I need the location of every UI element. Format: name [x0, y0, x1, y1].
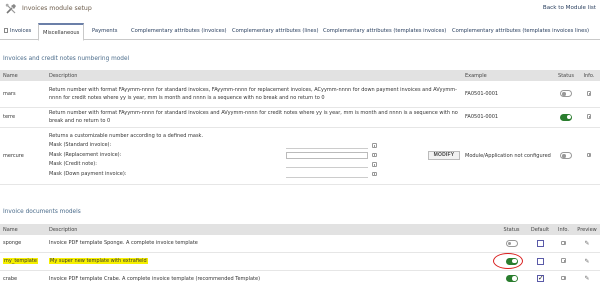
table-row: crabe Invoice PDF template Crabe. A comp…: [0, 270, 600, 287]
template-name: crabe: [0, 270, 46, 287]
tab-complementary-attributes-lines[interactable]: Complementary attributes (lines): [232, 23, 318, 40]
column-header-name: Name: [0, 70, 46, 81]
tab-complementary-attributes-templates-invoices-lines[interactable]: Complementary attributes (templates invo…: [452, 23, 589, 40]
model-example: FA0501-0001: [462, 81, 554, 108]
model-example: Module/Application not configured: [462, 127, 554, 185]
preview-icon[interactable]: ✎: [584, 240, 589, 247]
info-icon[interactable]: [561, 240, 566, 245]
model-name: mercure: [0, 127, 46, 185]
table-row: mars Return number with format FAyymm-nn…: [0, 81, 600, 108]
mask-credit-note-input[interactable]: [286, 161, 368, 168]
mask-row-standard: Mask (Standard invoice):: [49, 141, 459, 151]
template-description: Invoice PDF template Sponge. A complete …: [46, 235, 496, 253]
mask-down-payment-invoice-input[interactable]: [286, 170, 368, 178]
column-header-default: Default: [527, 224, 553, 235]
status-toggle-on[interactable]: [505, 275, 518, 282]
template-name: sponge: [0, 235, 46, 253]
document-icon: [4, 28, 8, 33]
column-header-name: Name: [0, 224, 46, 235]
page-header: Invoices module setup Back to Module lis…: [0, 0, 600, 18]
tab-invoices[interactable]: Invoices: [4, 23, 31, 40]
info-icon[interactable]: [372, 171, 377, 176]
table-row: sponge Invoice PDF template Sponge. A co…: [0, 235, 600, 253]
tools-icon: [5, 3, 16, 14]
model-example: FA0501-0001: [462, 107, 554, 128]
status-toggle-off[interactable]: [560, 90, 572, 98]
info-icon[interactable]: [586, 114, 592, 119]
mask-standard-invoice-input[interactable]: [286, 142, 368, 149]
tab-miscellaneous[interactable]: Miscellaneous: [38, 23, 85, 41]
template-name: my_template: [3, 258, 38, 264]
mask-label: Mask (Standard invoice):: [49, 142, 112, 148]
page-title: Invoices module setup: [22, 5, 92, 12]
default-checkbox[interactable]: [536, 257, 544, 265]
model-description: Return number with format FAyymm-nnnn fo…: [46, 81, 462, 108]
back-to-module-list-link[interactable]: Back to Module list: [543, 5, 596, 11]
model-name: terre: [0, 107, 46, 128]
preview-icon[interactable]: ✎: [584, 258, 589, 265]
status-toggle-on[interactable]: [560, 113, 572, 121]
default-checkbox[interactable]: [536, 239, 544, 247]
info-icon[interactable]: [372, 143, 377, 148]
column-header-status: Status: [496, 224, 527, 235]
table-row: terre Return number with format FAyymm-n…: [0, 107, 600, 128]
column-header-status: Status: [554, 70, 578, 81]
info-icon[interactable]: [561, 275, 566, 281]
preview-icon[interactable]: ✎: [584, 275, 589, 282]
column-header-preview: Preview: [574, 224, 600, 235]
column-header-description: Description: [46, 224, 496, 235]
mask-row-credit-note: Mask (Credit note):: [49, 160, 459, 170]
modify-button[interactable]: MODIFY: [428, 150, 460, 160]
model-description: Returns a customizable number according …: [49, 133, 204, 139]
column-header-description: Description: [46, 70, 462, 81]
info-icon[interactable]: [586, 91, 592, 96]
template-description: My super new template with extrafield: [49, 258, 148, 264]
info-icon[interactable]: [561, 258, 566, 263]
mask-row-replacement: Mask (Replacement invoice):: [49, 151, 459, 161]
status-toggle-off[interactable]: [560, 152, 572, 159]
numbering-table: Name Description Example Status Info. ma…: [0, 70, 600, 185]
column-header-info: Info.: [553, 224, 574, 235]
mask-row-down-payment: Mask (Down payment invoice):: [49, 170, 459, 180]
mask-label: Mask (Replacement invoice):: [49, 151, 122, 158]
model-name: mars: [0, 81, 46, 108]
column-header-example: Example: [462, 70, 554, 81]
mask-form: Returns a customizable number according …: [46, 127, 462, 185]
info-icon[interactable]: [372, 162, 377, 167]
column-header-info: Info.: [578, 70, 600, 81]
table-header-row: Name Description Example Status Info.: [0, 70, 600, 81]
tab-complementary-attributes-templates-invoices[interactable]: Complementary attributes (templates invo…: [323, 23, 446, 40]
info-icon[interactable]: [372, 152, 377, 157]
default-checkbox-checked[interactable]: [536, 274, 544, 282]
table-row: mercure Returns a customizable number ac…: [0, 127, 600, 185]
status-toggle-off[interactable]: [505, 239, 518, 247]
tab-bar: Invoices Miscellaneous Payments Compleme…: [0, 23, 600, 41]
tab-complementary-attributes-invoices[interactable]: Complementary attributes (invoices): [131, 23, 227, 40]
numbering-section-title: Invoices and credit notes numbering mode…: [3, 56, 130, 62]
info-icon[interactable]: [586, 152, 592, 158]
template-description: Invoice PDF template Crabe. A complete i…: [46, 270, 496, 287]
mask-label: Mask (Credit note):: [49, 161, 97, 167]
mask-replacement-invoice-input[interactable]: [286, 151, 368, 159]
model-description: Return number with format FAyymm-nnnn fo…: [46, 107, 462, 128]
mask-label: Mask (Down payment invoice):: [49, 170, 127, 177]
table-header-row: Name Description Status Default Info. Pr…: [0, 224, 600, 235]
annotation-circle: [493, 253, 523, 269]
documents-section-title: Invoice documents models: [3, 209, 81, 215]
tab-payments[interactable]: Payments: [92, 23, 117, 40]
